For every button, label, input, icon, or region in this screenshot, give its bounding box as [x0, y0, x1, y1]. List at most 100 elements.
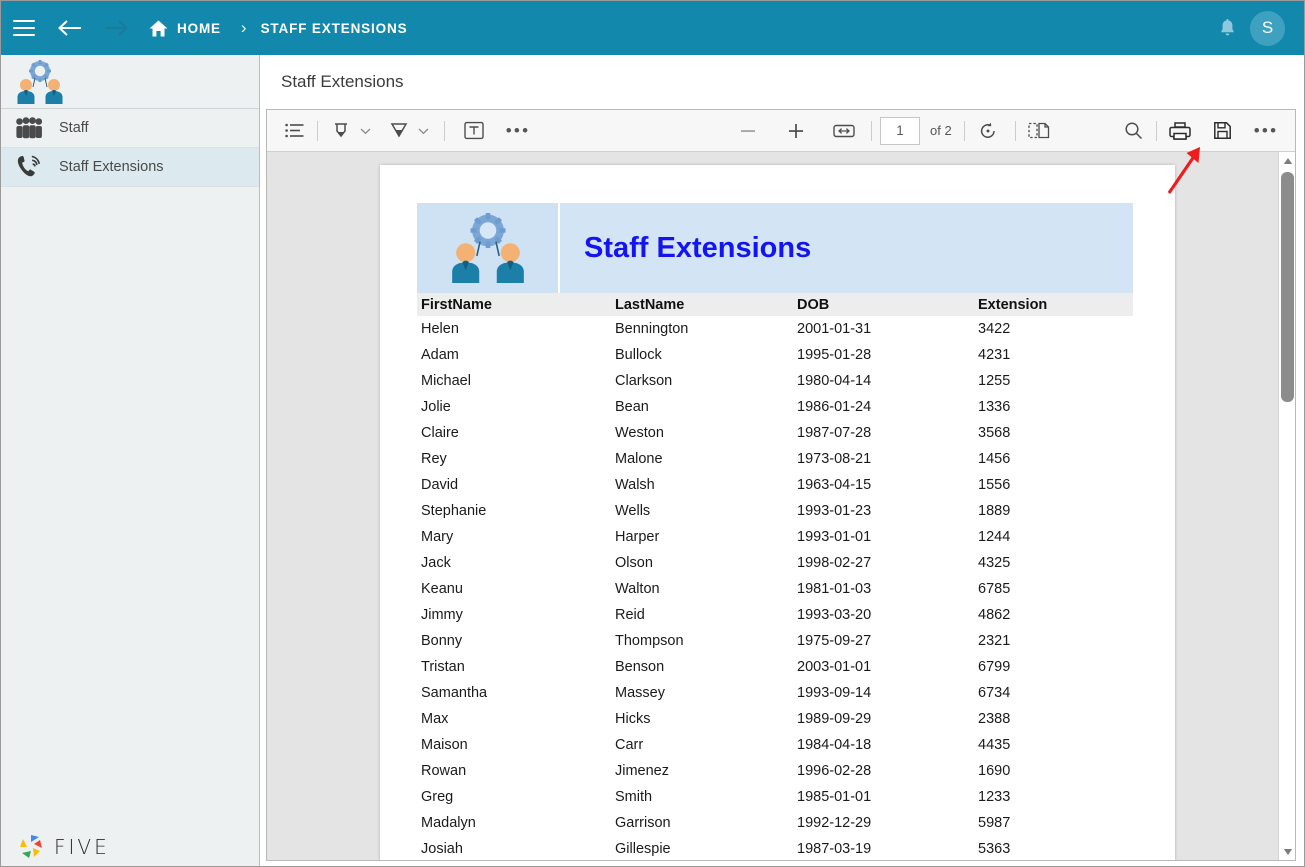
topbar-right-group: S — [1210, 8, 1304, 48]
arrow-right-icon — [103, 18, 129, 38]
cell-lastname: Benson — [615, 659, 797, 675]
hamburger-menu-button[interactable] — [1, 1, 47, 55]
table-row: JolieBean1986-01-241336 — [417, 394, 1133, 420]
cell-dob: 1989-09-29 — [797, 711, 978, 727]
pdf-toolbar: ••• — [267, 110, 1295, 152]
arrow-left-icon — [57, 18, 83, 38]
zoom-in-button[interactable] — [781, 116, 811, 146]
cell-firstname: Claire — [417, 425, 615, 441]
cell-firstname: Mary — [417, 529, 615, 545]
document-page: Staff Extensions FirstName LastName DOB … — [380, 165, 1175, 860]
cell-dob: 1993-03-20 — [797, 607, 978, 623]
table-row: BonnyThompson1975-09-272321 — [417, 628, 1133, 654]
pen-marker-icon — [389, 121, 409, 141]
cell-dob: 1987-07-28 — [797, 425, 978, 441]
scrollbar-thumb[interactable] — [1281, 172, 1294, 402]
cell-extension: 2388 — [978, 711, 1128, 727]
staff-extensions-table: FirstName LastName DOB Extension HelenBe… — [417, 293, 1133, 860]
cell-extension: 3568 — [978, 425, 1128, 441]
cell-extension: 1889 — [978, 503, 1128, 519]
save-button[interactable] — [1207, 116, 1237, 146]
table-row: JosiahGillespie1987-03-195363 — [417, 836, 1133, 860]
user-avatar[interactable]: S — [1250, 11, 1285, 46]
table-row: JimmyReid1993-03-204862 — [417, 602, 1133, 628]
page-number-input[interactable]: 1 — [880, 117, 920, 145]
zoom-out-button[interactable] — [733, 116, 763, 146]
cell-firstname: Helen — [417, 321, 615, 337]
column-header-dob: DOB — [797, 297, 978, 313]
cell-firstname: Samantha — [417, 685, 615, 701]
more-tools-button[interactable]: ••• — [503, 116, 533, 146]
cell-firstname: Michael — [417, 373, 615, 389]
table-row: HelenBennington2001-01-313422 — [417, 316, 1133, 342]
five-brand-label: FIVE — [54, 835, 110, 859]
document-vertical-scrollbar[interactable] — [1278, 152, 1295, 860]
highlight-button[interactable] — [326, 116, 356, 146]
text-box-icon — [464, 121, 484, 140]
scroll-down-button[interactable] — [1279, 843, 1296, 860]
outline-button[interactable] — [279, 116, 309, 146]
fit-width-button[interactable] — [829, 116, 859, 146]
pen-options-button[interactable] — [414, 127, 432, 135]
fit-width-icon — [833, 123, 855, 139]
print-icon — [1169, 121, 1191, 141]
pen-button[interactable] — [384, 116, 414, 146]
more-horizontal-icon: ••• — [506, 127, 530, 135]
cell-dob: 1980-04-14 — [797, 373, 978, 389]
toolbar-divider — [1156, 121, 1157, 141]
cell-dob: 2001-01-31 — [797, 321, 978, 337]
document-banner: Staff Extensions — [417, 203, 1133, 293]
cell-dob: 1987-03-19 — [797, 841, 978, 857]
back-button[interactable] — [47, 1, 93, 55]
highlight-options-button[interactable] — [356, 127, 374, 135]
more-options-button[interactable]: ••• — [1251, 116, 1281, 146]
table-row: JackOlson1998-02-274325 — [417, 550, 1133, 576]
cell-firstname: Jolie — [417, 399, 615, 415]
cell-dob: 1973-08-21 — [797, 451, 978, 467]
breadcrumb-home-label: HOME — [177, 21, 221, 36]
five-pinwheel-icon — [17, 832, 47, 862]
cell-dob: 1993-01-01 — [797, 529, 978, 545]
list-outline-icon — [285, 123, 304, 138]
page-title: Staff Extensions — [261, 55, 1304, 109]
cell-extension: 1233 — [978, 789, 1128, 805]
notifications-button[interactable] — [1210, 8, 1244, 48]
cell-dob: 1993-01-23 — [797, 503, 978, 519]
application-window: HOME › STAFF EXTENSIONS S — [0, 0, 1305, 867]
table-row: AdamBullock1995-01-284231 — [417, 342, 1133, 368]
scroll-up-button[interactable] — [1279, 152, 1296, 169]
breadcrumb-separator: › — [241, 18, 247, 38]
plus-icon — [787, 122, 805, 140]
cell-extension: 1244 — [978, 529, 1128, 545]
forward-button[interactable] — [93, 1, 139, 55]
sidebar-item-staff[interactable]: Staff — [1, 109, 259, 148]
rotate-button[interactable] — [973, 116, 1003, 146]
search-button[interactable] — [1118, 116, 1148, 146]
print-button[interactable] — [1165, 116, 1195, 146]
cell-dob: 1981-01-03 — [797, 581, 978, 597]
minus-icon — [739, 122, 757, 140]
cell-firstname: Jimmy — [417, 607, 615, 623]
hamburger-icon — [13, 15, 35, 40]
breadcrumb-home[interactable]: HOME — [149, 20, 221, 37]
cell-extension: 1556 — [978, 477, 1128, 493]
table-row: ReyMalone1973-08-211456 — [417, 446, 1133, 472]
table-row: MaryHarper1993-01-011244 — [417, 524, 1133, 550]
column-header-lastname: LastName — [615, 297, 797, 313]
top-navigation-bar: HOME › STAFF EXTENSIONS S — [1, 1, 1304, 55]
cell-firstname: Josiah — [417, 841, 615, 857]
cell-firstname: Rey — [417, 451, 615, 467]
sidebar-item-staff-extensions[interactable]: Staff Extensions — [1, 148, 259, 187]
highlighter-icon — [331, 121, 351, 141]
document-scroll-area[interactable]: Staff Extensions FirstName LastName DOB … — [267, 152, 1279, 860]
cell-lastname: Walsh — [615, 477, 797, 493]
text-annotation-button[interactable] — [459, 116, 489, 146]
page-view-button[interactable] — [1024, 116, 1054, 146]
cell-dob: 1986-01-24 — [797, 399, 978, 415]
page-select-icon — [1028, 121, 1050, 140]
more-horizontal-icon: ••• — [1254, 127, 1278, 135]
column-header-extension: Extension — [978, 297, 1128, 313]
cell-lastname: Hicks — [615, 711, 797, 727]
cell-extension: 2321 — [978, 633, 1128, 649]
toolbar-divider — [964, 121, 965, 141]
